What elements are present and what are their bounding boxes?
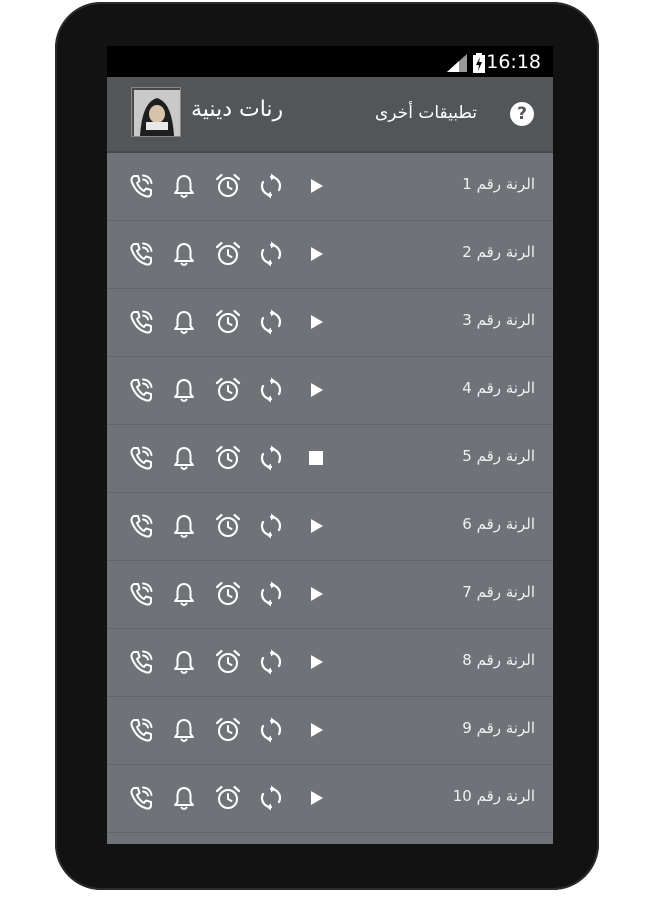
- set-ringtone-icon[interactable]: [127, 308, 155, 336]
- repeat-icon[interactable]: [257, 716, 285, 744]
- ringtone-row: الرنة رقم 1: [107, 153, 553, 221]
- set-ringtone-icon[interactable]: [127, 716, 155, 744]
- play-icon[interactable]: [302, 784, 330, 812]
- notification-icon[interactable]: [170, 648, 198, 676]
- set-ringtone-icon[interactable]: [127, 580, 155, 608]
- repeat-icon[interactable]: [257, 308, 285, 336]
- repeat-icon[interactable]: [257, 784, 285, 812]
- alarm-icon[interactable]: [214, 580, 242, 608]
- ringtone-label: الرنة رقم 6: [462, 515, 535, 533]
- notification-icon[interactable]: [170, 580, 198, 608]
- set-ringtone-icon[interactable]: [127, 376, 155, 404]
- notification-icon[interactable]: [170, 716, 198, 744]
- set-ringtone-icon[interactable]: [127, 512, 155, 540]
- play-icon[interactable]: [302, 308, 330, 336]
- notification-icon[interactable]: [170, 444, 198, 472]
- set-ringtone-icon[interactable]: [127, 172, 155, 200]
- play-icon[interactable]: [302, 580, 330, 608]
- repeat-icon[interactable]: [257, 512, 285, 540]
- ringtone-label: الرنة رقم 9: [462, 719, 535, 737]
- notification-icon[interactable]: [170, 172, 198, 200]
- alarm-icon[interactable]: [214, 240, 242, 268]
- repeat-icon[interactable]: [257, 172, 285, 200]
- notification-icon[interactable]: [170, 376, 198, 404]
- notification-icon[interactable]: [170, 784, 198, 812]
- ringtone-label: الرنة رقم 4: [462, 379, 535, 397]
- app-title: رنات دينية: [191, 97, 284, 122]
- alarm-icon[interactable]: [214, 444, 242, 472]
- action-bar: رنات دينية تطبيقات أخرى ?: [107, 77, 553, 153]
- tablet-frame: 16:18 رنات دينية تطبيقات أخرى ? الرنة رق…: [55, 2, 599, 890]
- ringtone-label: الرنة رقم 10: [452, 787, 535, 805]
- ringtone-label: الرنة رقم 3: [462, 311, 535, 329]
- app-logo[interactable]: [131, 87, 181, 137]
- alarm-icon[interactable]: [214, 648, 242, 676]
- ringtone-row: الرنة رقم 5: [107, 425, 553, 493]
- ringtone-row: الرنة رقم 3: [107, 289, 553, 357]
- play-icon[interactable]: [302, 512, 330, 540]
- ringtone-row: الرنة رقم 2: [107, 221, 553, 289]
- ringtone-label: الرنة رقم 7: [462, 583, 535, 601]
- status-icons: [447, 53, 485, 73]
- ringtone-label: الرنة رقم 2: [462, 243, 535, 261]
- alarm-icon[interactable]: [214, 716, 242, 744]
- battery-icon: [473, 53, 485, 73]
- ringtone-row: الرنة رقم 6: [107, 493, 553, 561]
- signal-icon: [447, 54, 467, 72]
- alarm-icon[interactable]: [214, 784, 242, 812]
- play-icon[interactable]: [302, 376, 330, 404]
- ringtone-row: الرنة رقم 7: [107, 561, 553, 629]
- ringtone-list: الرنة رقم 1 الرنة رقم 2 الرنة رقم 3 الرن…: [107, 153, 553, 833]
- status-clock: 16:18: [486, 51, 541, 73]
- help-icon[interactable]: ?: [510, 102, 534, 126]
- ringtone-row: الرنة رقم 8: [107, 629, 553, 697]
- set-ringtone-icon[interactable]: [127, 648, 155, 676]
- play-icon[interactable]: [302, 716, 330, 744]
- app-logo-icon: [132, 88, 180, 136]
- alarm-icon[interactable]: [214, 308, 242, 336]
- notification-icon[interactable]: [170, 308, 198, 336]
- ringtone-row: الرنة رقم 10: [107, 765, 553, 833]
- ringtone-label: الرنة رقم 8: [462, 651, 535, 669]
- stop-icon[interactable]: [302, 444, 330, 472]
- notification-icon[interactable]: [170, 512, 198, 540]
- repeat-icon[interactable]: [257, 580, 285, 608]
- set-ringtone-icon[interactable]: [127, 444, 155, 472]
- notification-icon[interactable]: [170, 240, 198, 268]
- alarm-icon[interactable]: [214, 172, 242, 200]
- ringtone-row: الرنة رقم 9: [107, 697, 553, 765]
- status-bar: 16:18: [107, 46, 553, 77]
- ringtone-label: الرنة رقم 5: [462, 447, 535, 465]
- set-ringtone-icon[interactable]: [127, 784, 155, 812]
- other-apps-button[interactable]: تطبيقات أخرى: [375, 103, 477, 123]
- play-icon[interactable]: [302, 172, 330, 200]
- ringtone-label: الرنة رقم 1: [462, 175, 535, 193]
- play-icon[interactable]: [302, 240, 330, 268]
- alarm-icon[interactable]: [214, 376, 242, 404]
- repeat-icon[interactable]: [257, 444, 285, 472]
- repeat-icon[interactable]: [257, 648, 285, 676]
- screen: 16:18 رنات دينية تطبيقات أخرى ? الرنة رق…: [107, 46, 553, 844]
- repeat-icon[interactable]: [257, 240, 285, 268]
- set-ringtone-icon[interactable]: [127, 240, 155, 268]
- ringtone-row: الرنة رقم 4: [107, 357, 553, 425]
- play-icon[interactable]: [302, 648, 330, 676]
- repeat-icon[interactable]: [257, 376, 285, 404]
- alarm-icon[interactable]: [214, 512, 242, 540]
